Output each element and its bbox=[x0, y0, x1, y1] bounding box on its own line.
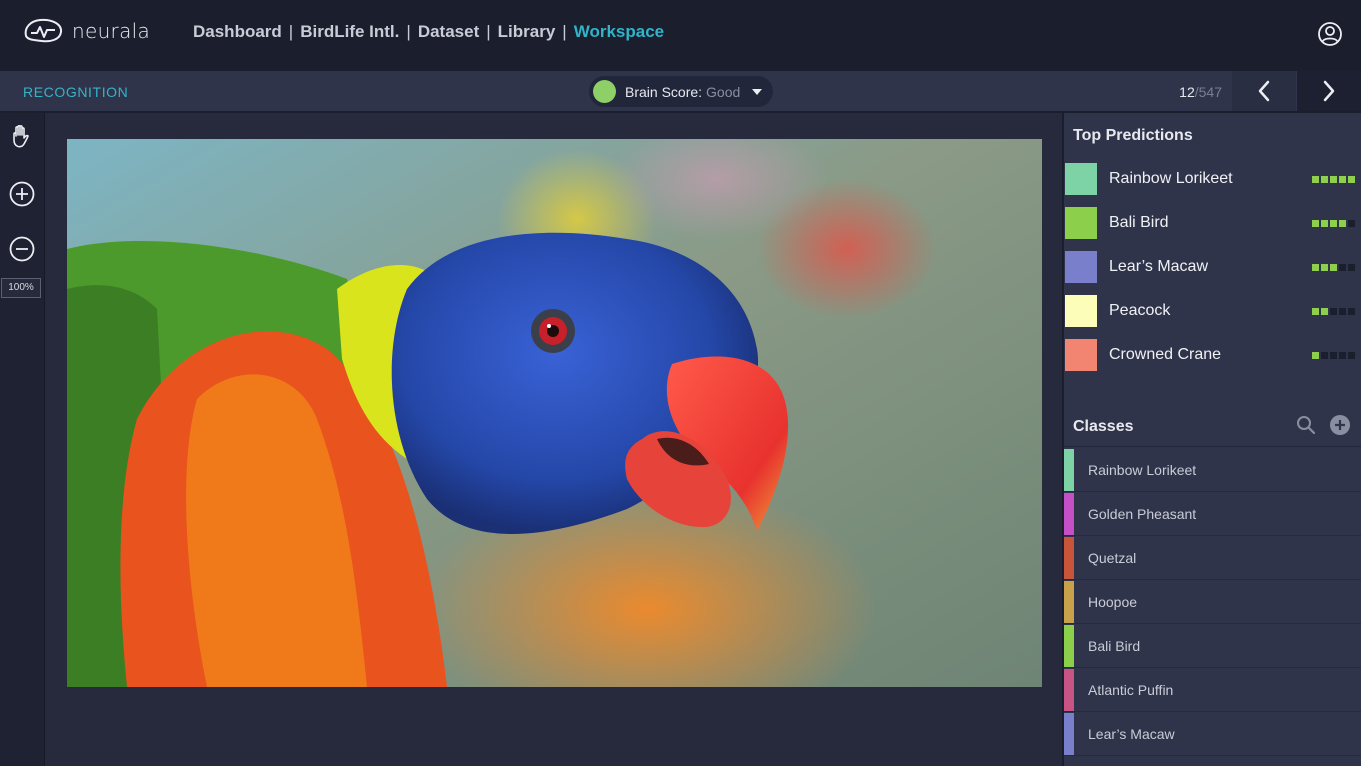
prediction-color-swatch bbox=[1065, 207, 1097, 239]
breadcrumb-birdlife[interactable]: BirdLife Intl. bbox=[300, 22, 399, 41]
breadcrumb-separator: | bbox=[486, 22, 491, 41]
prediction-color-swatch bbox=[1065, 251, 1097, 283]
image-counter: 12/547 bbox=[1160, 84, 1222, 100]
prediction-row[interactable]: Crowned Crane bbox=[1065, 339, 1361, 371]
prediction-score-bars bbox=[1312, 351, 1355, 359]
caret-down-icon bbox=[752, 88, 763, 95]
zoom-out-icon bbox=[9, 236, 35, 262]
class-color-swatch bbox=[1064, 448, 1074, 491]
user-account-icon[interactable] bbox=[1317, 21, 1343, 47]
zoom-in-icon bbox=[9, 181, 35, 207]
next-image-button[interactable] bbox=[1297, 71, 1361, 111]
class-item[interactable]: Quetzal bbox=[1064, 536, 1361, 580]
class-color-swatch bbox=[1064, 668, 1074, 711]
breadcrumb-separator: | bbox=[406, 22, 411, 41]
class-item[interactable]: Atlantic Puffin bbox=[1064, 668, 1361, 712]
breadcrumb-separator: | bbox=[288, 22, 294, 41]
class-item[interactable]: Golden Pheasant bbox=[1064, 492, 1361, 536]
class-label: Quetzal bbox=[1088, 549, 1137, 566]
class-color-swatch bbox=[1064, 536, 1074, 579]
mode-label[interactable]: RECOGNITION bbox=[23, 84, 128, 100]
logo-text: neurala bbox=[72, 19, 151, 43]
top-bar: neurala Dashboard | BirdLife Intl. | Dataset… bbox=[0, 0, 1361, 69]
brain-score-label: Brain Score: bbox=[625, 83, 703, 100]
prediction-color-swatch bbox=[1065, 163, 1097, 195]
class-label: Golden Pheasant bbox=[1088, 505, 1197, 522]
class-color-swatch bbox=[1064, 712, 1074, 755]
class-item[interactable]: Lear’s Macaw bbox=[1064, 712, 1361, 756]
prediction-label: Rainbow Lorikeet bbox=[1109, 170, 1233, 187]
zoom-level-badge: 100% bbox=[1, 278, 41, 298]
brain-score-status-dot bbox=[593, 80, 616, 103]
chevron-right-icon bbox=[1323, 80, 1335, 102]
prediction-row[interactable]: Lear’s Macaw bbox=[1065, 251, 1361, 283]
prediction-score-bars bbox=[1312, 219, 1355, 227]
breadcrumb-workspace[interactable]: Workspace bbox=[574, 22, 664, 41]
add-icon bbox=[1330, 415, 1350, 435]
prediction-score-bars bbox=[1312, 307, 1355, 315]
prediction-row[interactable]: Bali Bird bbox=[1065, 207, 1361, 239]
right-panel: Top Predictions Rainbow Lorikeet Bali Bi… bbox=[1062, 113, 1361, 766]
class-color-swatch bbox=[1064, 624, 1074, 667]
top-predictions-title: Top Predictions bbox=[1073, 127, 1193, 144]
breadcrumb: Dashboard | BirdLife Intl. | Dataset | Library… bbox=[193, 22, 664, 42]
breadcrumb-dataset[interactable]: Dataset bbox=[418, 22, 479, 41]
class-label: Bali Bird bbox=[1088, 637, 1141, 654]
class-label: Lear’s Macaw bbox=[1088, 725, 1175, 742]
breadcrumb-dashboard[interactable]: Dashboard bbox=[193, 22, 282, 41]
prediction-score-bars bbox=[1312, 175, 1355, 183]
tool-column: 100% bbox=[0, 113, 45, 766]
zoom-in-button[interactable] bbox=[8, 180, 36, 208]
prediction-row[interactable]: Rainbow Lorikeet bbox=[1065, 163, 1361, 195]
previous-image-button[interactable] bbox=[1232, 71, 1296, 111]
classes-header: Classes bbox=[1064, 409, 1361, 447]
class-item[interactable]: Hoopoe bbox=[1064, 580, 1361, 624]
hand-icon bbox=[13, 125, 29, 148]
prediction-row[interactable]: Peacock bbox=[1065, 295, 1361, 327]
counter-current: 12 bbox=[1179, 84, 1195, 100]
class-label: Hoopoe bbox=[1088, 593, 1138, 610]
class-label: Atlantic Puffin bbox=[1088, 681, 1174, 698]
bird-photo bbox=[67, 139, 1042, 687]
search-classes-button[interactable] bbox=[1295, 414, 1317, 436]
neurala-logo-icon bbox=[24, 18, 63, 43]
breadcrumb-library[interactable]: Library bbox=[498, 22, 556, 41]
brain-score-dropdown[interactable]: Brain Score: Good bbox=[589, 76, 773, 107]
class-item[interactable]: Bali Bird bbox=[1064, 624, 1361, 668]
class-label: Rainbow Lorikeet bbox=[1088, 461, 1197, 478]
sub-toolbar: RECOGNITION Brain Score: Good 12/547 bbox=[0, 69, 1361, 113]
chevron-left-icon bbox=[1258, 80, 1270, 102]
add-class-button[interactable] bbox=[1329, 414, 1351, 436]
classes-title: Classes bbox=[1073, 418, 1134, 435]
brain-score-value: Good bbox=[706, 83, 741, 100]
prediction-color-swatch bbox=[1065, 295, 1097, 327]
prediction-label: Bali Bird bbox=[1109, 214, 1169, 231]
prediction-label: Crowned Crane bbox=[1109, 346, 1222, 363]
prediction-color-swatch bbox=[1065, 339, 1097, 371]
pan-tool-button[interactable] bbox=[8, 122, 36, 150]
counter-total: /547 bbox=[1194, 84, 1222, 100]
logo[interactable]: neurala bbox=[22, 16, 150, 46]
image-canvas[interactable] bbox=[67, 139, 1042, 687]
class-color-swatch bbox=[1064, 492, 1074, 535]
search-icon bbox=[1297, 416, 1316, 435]
prediction-label: Lear’s Macaw bbox=[1109, 258, 1209, 275]
breadcrumb-separator: | bbox=[562, 22, 567, 41]
prediction-score-bars bbox=[1312, 263, 1355, 271]
class-color-swatch bbox=[1064, 580, 1074, 623]
class-item[interactable]: Rainbow Lorikeet bbox=[1064, 448, 1361, 492]
prediction-label: Peacock bbox=[1109, 302, 1171, 319]
zoom-out-button[interactable] bbox=[8, 235, 36, 263]
